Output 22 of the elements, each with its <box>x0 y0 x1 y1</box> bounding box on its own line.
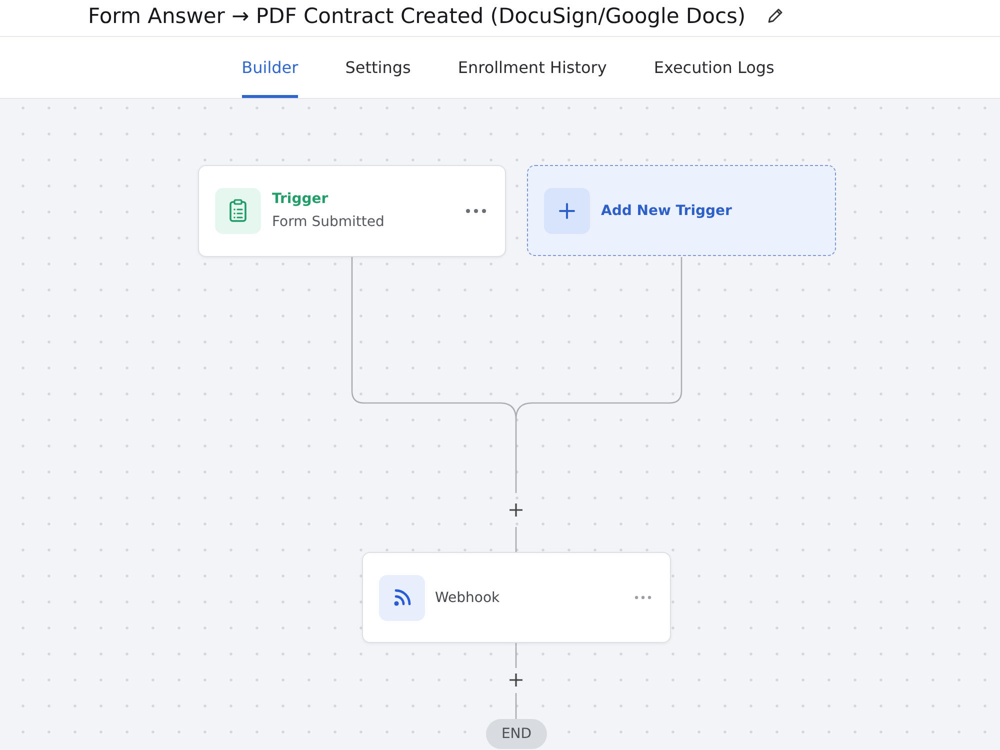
plus-icon[interactable] <box>509 503 523 517</box>
webhook-card[interactable]: Webhook <box>362 552 671 643</box>
rss-icon <box>379 574 425 620</box>
add-trigger-button[interactable]: Add New Trigger <box>527 165 836 256</box>
plus-icon[interactable] <box>509 673 523 687</box>
workflow-title: Form Answer → PDF Contract Created (DocuSign/Google Docs) <box>88 3 746 29</box>
trigger-label: Trigger <box>272 190 330 209</box>
tab[interactable]: Enrollment History <box>458 37 607 98</box>
tab[interactable]: Settings <box>345 37 411 98</box>
tab[interactable]: Execution Logs <box>654 37 774 98</box>
connector-line <box>515 527 517 552</box>
trigger-card[interactable]: Trigger Form Submitted <box>198 165 506 257</box>
more-icon[interactable] <box>634 595 652 600</box>
pencil-icon[interactable] <box>766 7 784 25</box>
more-icon[interactable] <box>465 208 487 214</box>
plus-icon <box>544 188 590 234</box>
end-node: END <box>486 719 547 749</box>
trigger-event: Form Submitted <box>272 213 384 232</box>
clipboard-icon <box>215 188 261 234</box>
webhook-label: Webhook <box>435 590 500 606</box>
connector-line <box>515 693 517 719</box>
connector-line <box>515 643 517 668</box>
